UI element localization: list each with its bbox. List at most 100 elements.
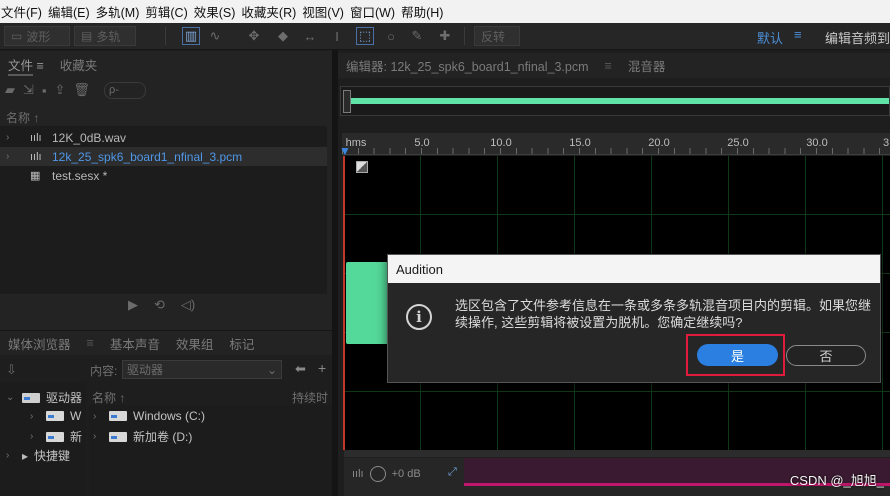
file-item[interactable]: ▦ test.sesx *: [0, 166, 327, 185]
menu-edit[interactable]: 编辑(E): [47, 2, 94, 21]
tab-favorites[interactable]: 收藏夹: [52, 55, 106, 74]
loop-icon[interactable]: ⟲: [154, 297, 165, 313]
horizontal-scrollbar[interactable]: [344, 450, 890, 457]
menu-clip[interactable]: 剪辑(C): [144, 2, 191, 21]
menu-view[interactable]: 视图(V): [301, 2, 348, 21]
waveform: [346, 262, 392, 344]
yes-button[interactable]: 是: [697, 344, 778, 366]
overview-zoom-handle[interactable]: [343, 90, 351, 113]
info-icon: i: [406, 304, 432, 330]
slip-tool-icon[interactable]: ↔: [301, 27, 319, 45]
waveform-view-button[interactable]: ▭ 波形: [4, 26, 70, 46]
spectral-display-icon[interactable]: ▥: [182, 27, 200, 45]
tab-media-browser[interactable]: 媒体浏览器: [0, 334, 79, 353]
drive-icon: [109, 431, 127, 442]
file-item[interactable]: › ıılı 12K_0dB.wav: [0, 128, 327, 147]
menu-file[interactable]: 文件(F): [0, 2, 46, 21]
hud-pin-icon[interactable]: ⤢: [448, 466, 457, 479]
playhead-icon[interactable]: ▼: [339, 145, 351, 157]
tab-files[interactable]: 文件 ≡: [0, 55, 52, 76]
time-selection-tool-icon[interactable]: I: [328, 27, 346, 45]
lasso-tool-icon[interactable]: ○: [382, 27, 400, 45]
time-ruler[interactable]: hms 5.0 10.0 15.0 20.0 25.0 30.0 3: [342, 133, 890, 155]
file-item-selected[interactable]: › ıılı 12k_25_spk6_board1_nfinal_3.pcm: [0, 147, 327, 166]
files-search-input[interactable]: ρ-: [103, 81, 146, 99]
volume-value: +0 dB: [391, 468, 421, 480]
move-tool-icon[interactable]: ✥: [245, 27, 263, 45]
tab-editor[interactable]: 编辑器: 12k_25_spk6_board1_nfinal_3.pcm: [338, 56, 597, 75]
dialog-title: Audition: [388, 255, 880, 283]
reverse-button[interactable]: 反转: [474, 26, 520, 46]
volume-control[interactable]: ıılı +0 dB: [352, 466, 421, 482]
chevron-right-icon: ›: [93, 431, 97, 442]
audio-file-icon: ıılı: [30, 131, 42, 144]
tree-shortcuts[interactable]: › ▸ 快捷键: [6, 447, 70, 464]
audio-file-icon: ıılı: [30, 150, 42, 163]
confirm-dialog: Audition i 选区包含了文件参考信息在一条或多条多轨混音项目内的剪辑。如…: [387, 254, 881, 383]
expand-arrow-icon[interactable]: ›: [0, 132, 30, 143]
play-icon[interactable]: ▶: [128, 297, 138, 313]
chevron-right-icon: ›: [30, 410, 34, 422]
new-file-icon[interactable]: ▪: [42, 83, 47, 98]
tab-menu-icon[interactable]: ≡: [79, 336, 102, 350]
multitrack-view-button[interactable]: ▤ 多轨: [74, 26, 136, 46]
multitrack-icon: ▤: [81, 29, 93, 43]
tab-menu-icon[interactable]: ≡: [597, 59, 620, 73]
content-dropdown-value: 驱动器: [127, 363, 164, 377]
menu-help[interactable]: 帮助(H): [400, 2, 447, 21]
media-panel-tabs: 媒体浏览器 ≡ 基本声音 效果组 标记: [0, 330, 332, 355]
marquee-tool-icon[interactable]: ⬚: [356, 27, 374, 45]
multitrack-view-label: 多轨: [96, 29, 121, 44]
pitch-display-icon[interactable]: ∿: [206, 27, 224, 45]
file-item-name: 12K_0dB.wav: [52, 130, 127, 145]
import-icon[interactable]: ⇲: [23, 82, 34, 98]
workspace-edit-audio[interactable]: 编辑音频到: [825, 28, 890, 47]
tree-drive-item[interactable]: › W: [30, 409, 81, 423]
spot-healing-icon[interactable]: ✚: [436, 27, 454, 45]
chevron-down-icon: ⌄: [266, 362, 277, 377]
tree-drive-item[interactable]: › 新: [30, 428, 82, 445]
autoplay-volume-icon[interactable]: ◁): [181, 297, 195, 313]
reverse-label: 反转: [481, 29, 506, 44]
editor-tabs: 编辑器: 12k_25_spk6_board1_nfinal_3.pcm ≡ 混…: [338, 53, 890, 78]
delete-icon[interactable]: 🗑: [73, 82, 90, 98]
razor-tool-icon[interactable]: ◆: [274, 27, 292, 45]
drive-row[interactable]: › Windows (C:): [93, 409, 205, 423]
menu-favorites[interactable]: 收藏夹(R): [240, 2, 300, 21]
content-dropdown[interactable]: 驱动器 ⌄: [122, 360, 282, 379]
open-folder-icon[interactable]: ▰: [5, 82, 15, 98]
back-arrow-icon[interactable]: ⬅: [295, 361, 306, 377]
workspace-default[interactable]: 默认: [757, 28, 783, 47]
dialog-message: 选区包含了文件参考信息在一条或多条多轨混音项目内的剪辑。如果您继续操作, 这些剪…: [455, 298, 872, 330]
media-column-duration[interactable]: 持续时: [292, 389, 328, 406]
panel-divider[interactable]: [332, 50, 338, 496]
toolbar-divider: [165, 27, 166, 45]
tab-markers[interactable]: 标记: [221, 334, 262, 353]
waveform-icon: ▭: [11, 29, 23, 43]
file-item-name: test.sesx *: [52, 168, 108, 183]
file-preview-transport: ▶ ⟲ ◁): [128, 297, 195, 313]
drive-name: 新加卷 (D:): [133, 430, 193, 444]
media-column-name[interactable]: 名称 ↑: [92, 389, 125, 406]
clip-fade-icon[interactable]: [356, 161, 368, 173]
menu-window[interactable]: 窗口(W): [349, 2, 399, 21]
tab-essential-sound[interactable]: 基本声音: [102, 334, 168, 353]
no-button[interactable]: 否: [786, 345, 866, 366]
add-shortcut-icon[interactable]: +: [318, 360, 326, 376]
volume-knob-icon[interactable]: [369, 466, 386, 482]
tab-mixer[interactable]: 混音器: [620, 56, 674, 75]
menu-effects[interactable]: 效果(S): [193, 2, 240, 21]
tab-effects-rack[interactable]: 效果组: [168, 334, 222, 353]
drive-row[interactable]: › 新加卷 (D:): [93, 428, 192, 445]
workspace-menu-icon[interactable]: ≡: [794, 27, 802, 42]
media-import-icon[interactable]: ⇩: [6, 362, 17, 378]
insert-into-multitrack-icon[interactable]: ⇪: [55, 82, 66, 98]
file-item-name: 12k_25_spk6_board1_nfinal_3.pcm: [52, 149, 243, 164]
files-column-name[interactable]: 名称 ↑: [0, 108, 327, 126]
brush-tool-icon[interactable]: ✎: [408, 27, 426, 45]
tree-drives[interactable]: ⌄ 驱动器: [6, 389, 82, 406]
expand-arrow-icon[interactable]: ›: [0, 151, 30, 162]
menu-multitrack[interactable]: 多轨(M): [95, 2, 144, 21]
waveform-overview[interactable]: [340, 86, 890, 116]
playhead-line: [343, 156, 345, 450]
